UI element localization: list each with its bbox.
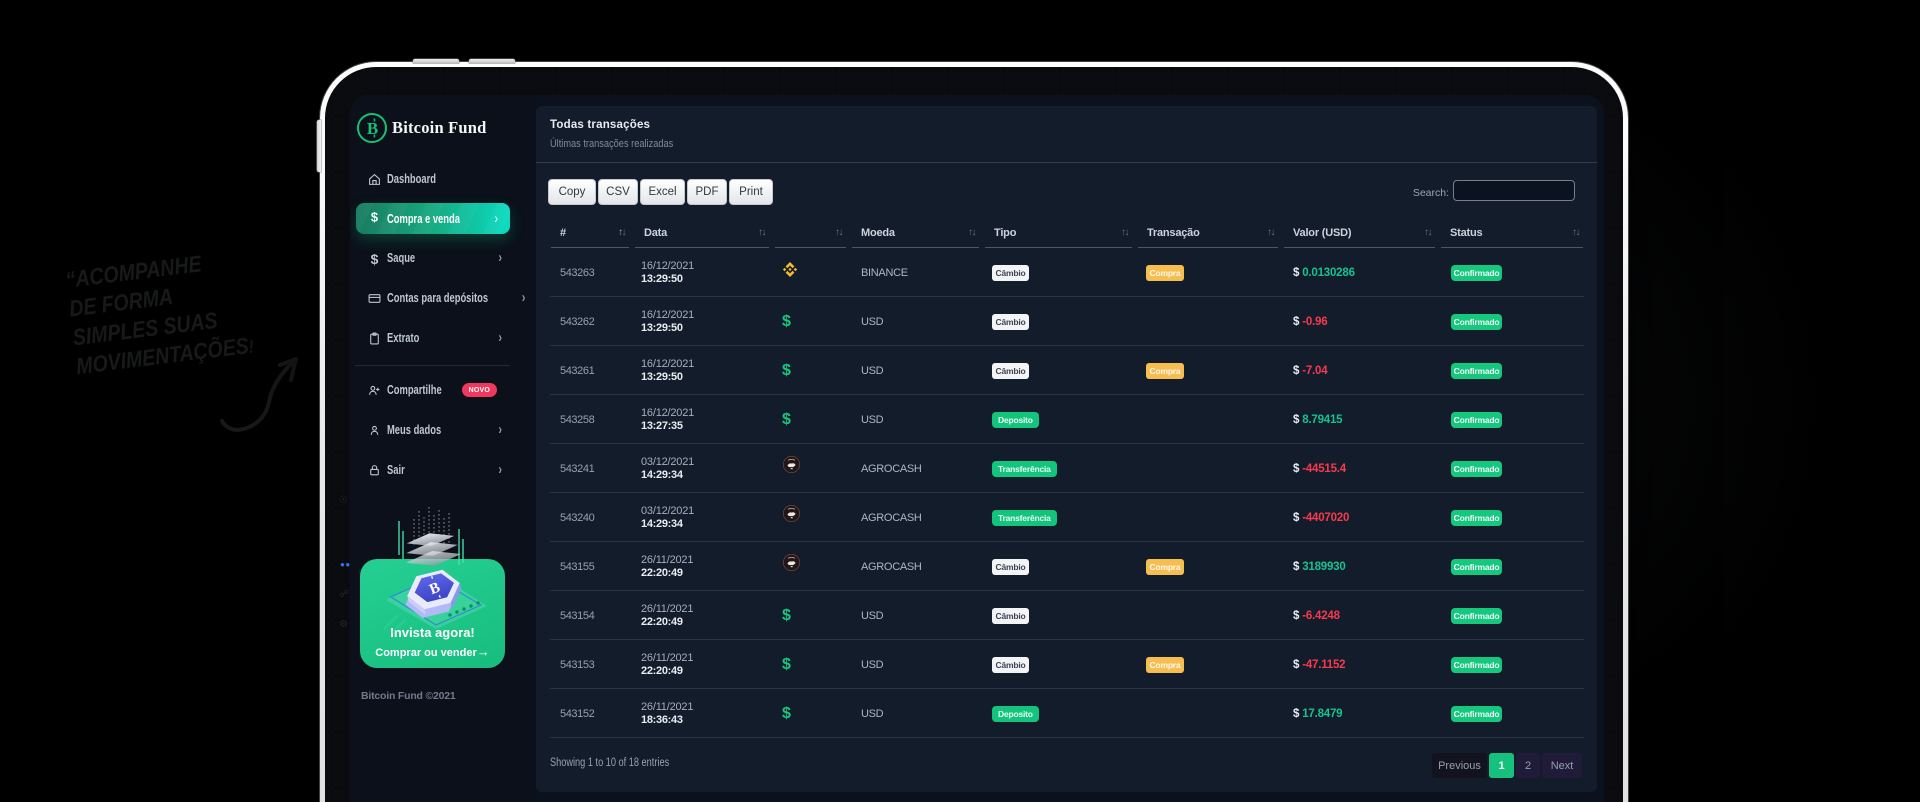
- svg-text:B: B: [367, 119, 378, 138]
- svg-text:$: $: [371, 251, 379, 266]
